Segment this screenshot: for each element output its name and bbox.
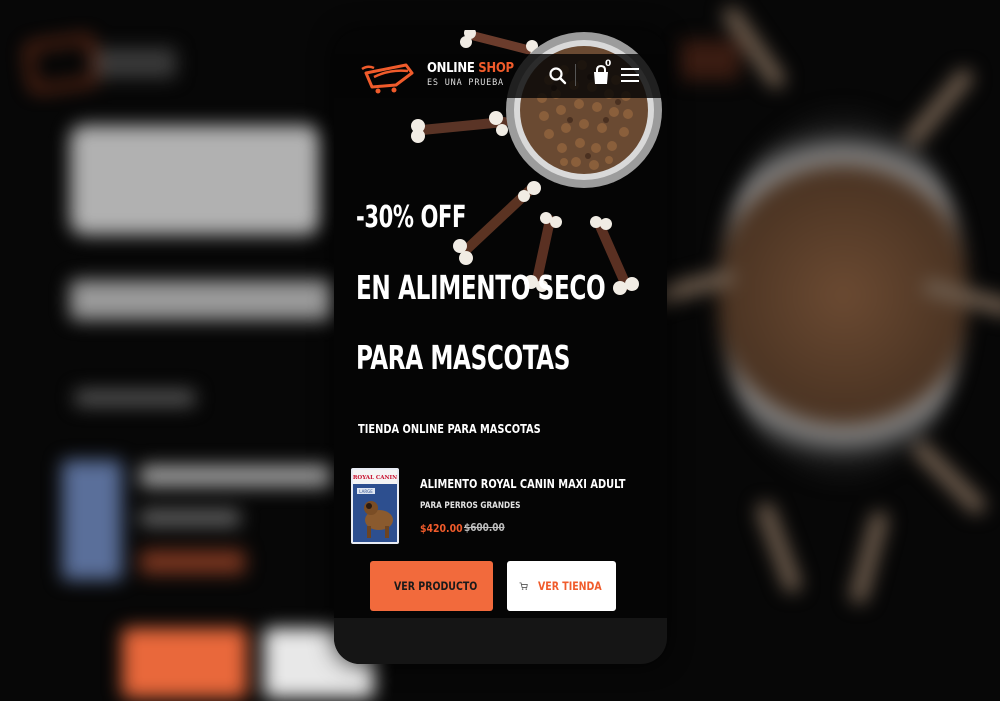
hero-discount-heading: -30% OFF [356,200,467,235]
product-subtitle: PARA PERROS GRANDES [420,501,521,511]
background-logo-text-shape [96,48,176,78]
product-title[interactable]: ALIMENTO ROYAL CANIN MAXI ADULT [420,477,625,491]
hero-subtitle: TIENDA ONLINE PARA MASCOTAS [358,422,541,436]
logo-icon[interactable] [360,59,420,95]
view-store-label: VER TIENDA [538,579,603,593]
background-tagline-shape [75,390,195,406]
background-headline-shape [70,125,320,235]
hero-heading-line-3: PARA MASCOTAS [356,338,571,377]
next-section-strip [334,618,667,664]
search-icon[interactable] [548,66,568,86]
background-accent-shape [680,40,740,80]
package-brand-label: ROYAL CANIN [353,475,397,481]
product-price: $420.00 [420,522,463,535]
hero-heading-line-2: EN ALIMENTO SECO [356,268,606,307]
background-treat-shape [754,499,804,596]
view-store-button[interactable]: VER TIENDA [507,561,616,611]
background-treat-shape [909,437,989,518]
site-header: ONLINE SHOP ES UNA PRUEBA 0 [334,54,667,98]
brand-name-accent: SHOP [478,61,514,76]
background-subline-shape [70,280,335,320]
brand-name-primary: ONLINE [427,61,475,76]
phone-mockup: ONLINE SHOP ES UNA PRUEBA 0 -30% OFF EN … [334,30,667,664]
background-button-shape [122,628,247,698]
view-product-button[interactable]: VER PRODUCTO [370,561,493,611]
cart-icon [519,582,528,590]
background-logo-shape [24,35,100,93]
brand-tagline: ES UNA PRUEBA [427,78,504,88]
background-treat-shape [901,65,977,150]
header-divider [575,64,576,86]
package-size-label: LARGE [359,489,373,494]
background-product-shape [62,460,122,580]
background-treat-shape [848,509,890,606]
product-original-price: $600.00 [464,522,505,534]
cart-count-badge: 0 [605,59,612,69]
hamburger-menu-icon[interactable] [620,66,640,84]
brand-name[interactable]: ONLINE SHOP [427,62,514,76]
background-product-title-shape [140,465,335,487]
background-product-sub-shape [140,510,240,526]
background-product-price-shape [140,550,245,574]
product-image[interactable]: ROYAL CANIN LARGE [351,468,399,544]
view-product-label: VER PRODUCTO [394,579,478,593]
